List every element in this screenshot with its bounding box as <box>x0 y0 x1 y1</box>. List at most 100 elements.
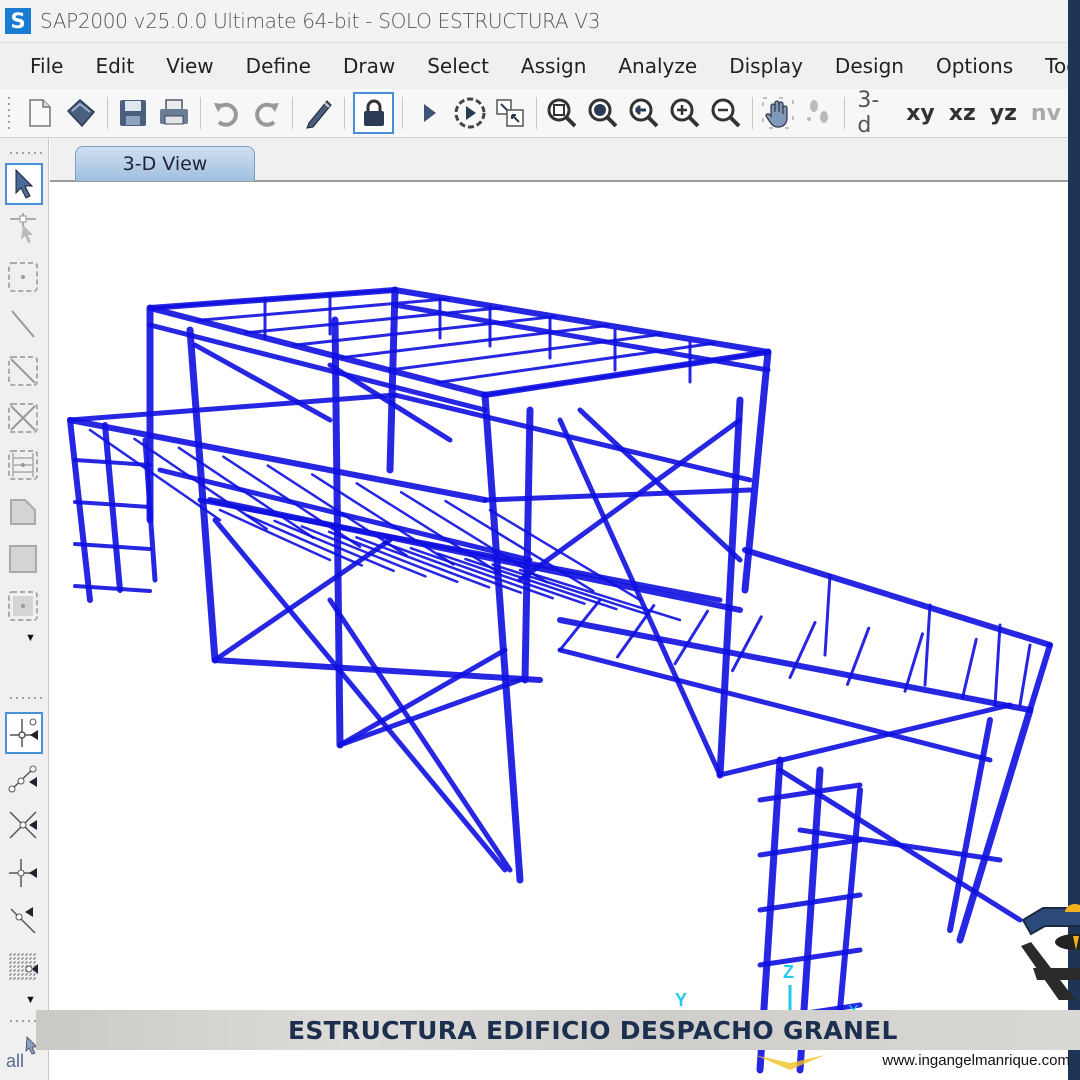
reshape-button[interactable] <box>5 210 41 248</box>
menu-options[interactable]: Options <box>920 54 1029 78</box>
platform-beam[interactable] <box>1027 642 1053 713</box>
run-analysis-button[interactable] <box>411 95 446 131</box>
railing-post[interactable] <box>993 623 1002 707</box>
brace[interactable] <box>212 517 508 873</box>
lock-model-button[interactable] <box>353 92 395 134</box>
quick-draw-frame-button[interactable] <box>5 352 41 390</box>
quick-draw-area-button[interactable] <box>5 587 41 625</box>
platform-joist[interactable] <box>1018 643 1032 707</box>
platform-joist[interactable] <box>903 632 924 693</box>
pan-button[interactable] <box>761 95 796 131</box>
quick-draw-frame-icon <box>8 356 38 386</box>
roof-beam[interactable] <box>147 322 488 413</box>
edit-pencil-button[interactable] <box>301 95 336 131</box>
menu-view[interactable]: View <box>150 54 229 78</box>
resize-button[interactable] <box>493 95 528 131</box>
column[interactable] <box>716 396 744 779</box>
ladder-rung[interactable] <box>73 500 152 509</box>
view-yz-button[interactable]: yz <box>990 101 1017 126</box>
platform-joist[interactable] <box>961 637 978 700</box>
chevron-down-icon[interactable]: ▼ <box>25 994 36 1006</box>
view-xz-button[interactable]: xz <box>949 101 976 126</box>
new-model-button[interactable] <box>23 95 58 131</box>
quick-draw-braces-button[interactable] <box>5 399 41 437</box>
left-toolbar-grip[interactable] <box>8 150 42 156</box>
zoom-out-icon <box>711 98 741 128</box>
snap-intersections-button[interactable] <box>5 806 41 844</box>
ladder-rung[interactable] <box>73 458 152 467</box>
reshape-icon <box>10 213 36 243</box>
brace[interactable] <box>517 417 743 583</box>
column[interactable] <box>521 406 534 684</box>
snap-midpoints-button[interactable] <box>5 760 41 798</box>
zoom-out-button[interactable] <box>709 95 744 131</box>
restore-full-view-button[interactable] <box>586 95 621 131</box>
pointer-button[interactable] <box>5 163 43 205</box>
railing-post[interactable] <box>823 573 832 657</box>
snap-lines-button[interactable] <box>5 900 41 938</box>
menu-design[interactable]: Design <box>819 54 920 78</box>
print-button[interactable] <box>157 95 192 131</box>
floor-joist[interactable] <box>246 514 364 567</box>
save-button[interactable] <box>116 95 151 131</box>
brace[interactable] <box>577 407 743 563</box>
menu-assign[interactable]: Assign <box>505 54 602 78</box>
snap-grid-icon <box>9 953 38 981</box>
snap-grid-button[interactable] <box>5 948 41 986</box>
menu-define[interactable]: Define <box>230 54 327 78</box>
snap-joints-button[interactable] <box>5 712 43 754</box>
quick-draw-braces-icon <box>8 403 38 433</box>
view-nv-button[interactable]: nv <box>1031 101 1061 126</box>
view-3d-button[interactable]: 3-d <box>857 88 892 138</box>
tab-3d-view[interactable]: 3-D View <box>75 146 255 181</box>
column[interactable] <box>481 391 524 884</box>
roof-joist[interactable] <box>339 323 610 360</box>
platform-beam[interactable] <box>742 547 1053 648</box>
menu-draw[interactable]: Draw <box>327 54 411 78</box>
column[interactable] <box>186 326 219 664</box>
platform-beam[interactable] <box>717 702 1013 778</box>
floor-beam[interactable] <box>337 677 523 748</box>
floor-beam[interactable] <box>207 497 743 613</box>
resize-icon <box>496 99 525 127</box>
open-button[interactable] <box>64 95 99 131</box>
roof-joist[interactable] <box>244 306 504 335</box>
run-now-button[interactable] <box>452 95 487 131</box>
platform-joist[interactable] <box>731 615 763 673</box>
brace[interactable] <box>212 537 393 663</box>
floor-beam[interactable] <box>67 392 398 423</box>
draw-joint-button[interactable] <box>5 258 41 296</box>
roof-joist[interactable] <box>435 341 717 385</box>
railing-post[interactable] <box>923 603 932 687</box>
model-viewport-3d[interactable]: ZYX <box>50 182 1068 1080</box>
snap-perpendicular-button[interactable] <box>5 854 41 892</box>
menu-display[interactable]: Display <box>713 54 819 78</box>
ladder-rail[interactable] <box>67 417 93 603</box>
chevron-down-icon[interactable]: ▼ <box>25 632 36 644</box>
axis-y-label: Y <box>675 990 687 1010</box>
draw-frame-button[interactable] <box>5 305 41 343</box>
roof-joist[interactable] <box>387 332 663 372</box>
left-toolbar-grip[interactable] <box>8 695 42 701</box>
draw-poly-area-button[interactable] <box>5 493 41 531</box>
walk-button[interactable] <box>801 95 836 131</box>
undo-button[interactable] <box>209 95 244 131</box>
zoom-previous-button[interactable] <box>627 95 662 131</box>
draw-rect-area-button[interactable] <box>5 540 41 578</box>
quick-draw-secondary-beams-button[interactable] <box>5 446 41 484</box>
website-link[interactable]: www.ingangelmanrique.com <box>882 1052 1070 1069</box>
menu-select[interactable]: Select <box>411 54 505 78</box>
zoom-in-button[interactable] <box>668 95 703 131</box>
zoom-window-button[interactable] <box>545 95 580 131</box>
roof-joist[interactable] <box>483 350 770 397</box>
column[interactable] <box>386 286 399 474</box>
menu-edit[interactable]: Edit <box>79 54 150 78</box>
redo-button[interactable] <box>249 95 284 131</box>
menu-analyze[interactable]: Analyze <box>602 54 713 78</box>
floor-beam[interactable] <box>482 487 753 503</box>
pan-icon <box>762 97 794 129</box>
view-xy-button[interactable]: xy <box>906 101 935 126</box>
menu-file[interactable]: File <box>0 54 79 78</box>
toolbar-grip[interactable] <box>6 95 12 131</box>
left-toolbar: ▼ ▼ all <box>0 138 49 1080</box>
